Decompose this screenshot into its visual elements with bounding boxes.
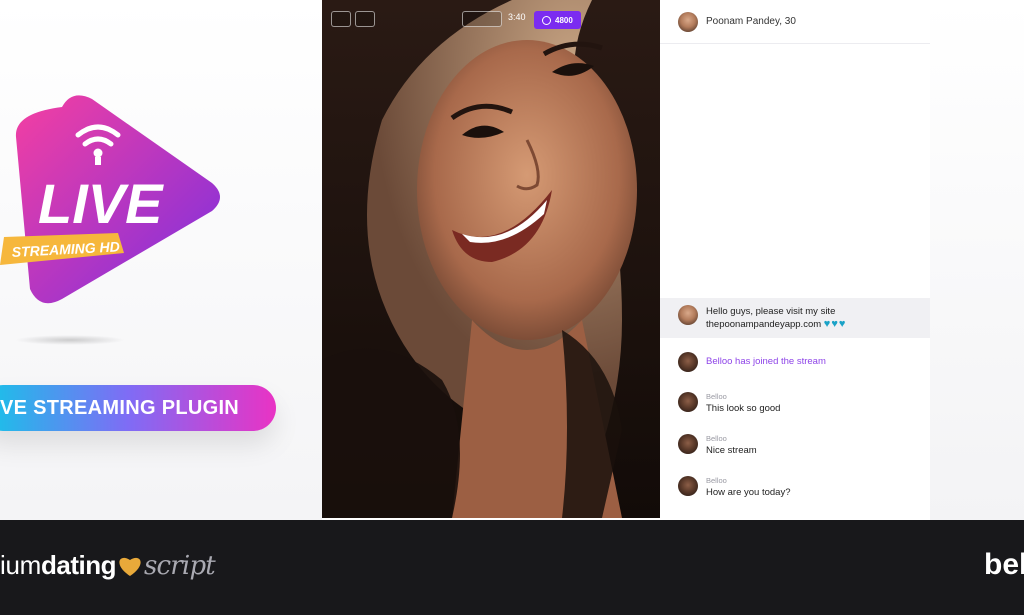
- bottom-branding-bar: ium dating script bel: [0, 520, 1024, 615]
- right-background-panel: [930, 0, 1024, 520]
- user-avatar[interactable]: [678, 392, 698, 412]
- chat-message: Belloo This look so good: [660, 392, 930, 415]
- live-streaming-plugin-pill: VE STREAMING PLUGIN: [0, 385, 276, 431]
- blue-hearts-icon: ♥♥♥: [823, 318, 847, 330]
- stream-time: 3:40: [508, 12, 526, 22]
- plugin-label: VE STREAMING PLUGIN: [0, 396, 240, 419]
- live-video-stream[interactable]: 3:40 4800: [322, 0, 660, 518]
- premium-dating-script-logo: ium dating script: [0, 550, 216, 586]
- message-text: How are you today?: [706, 487, 791, 498]
- message-author: Belloo: [706, 392, 727, 401]
- live-streaming-logo: LIVE STREAMING HD: [0, 85, 240, 315]
- streamer-video-frame: [322, 0, 660, 518]
- live-dot-icon: [542, 15, 551, 25]
- message-text: This look so good: [706, 403, 781, 414]
- logo-shadow: [15, 335, 125, 345]
- live-viewers-count: 4800: [555, 15, 573, 25]
- message-author: Belloo: [706, 434, 727, 443]
- message-author: Belloo: [706, 476, 727, 485]
- streamer-avatar[interactable]: [678, 11, 698, 32]
- chat-panel: Poonam Pandey, 30 Hello guys, please vis…: [660, 0, 930, 518]
- brand-bold: dating: [41, 550, 117, 580]
- promo-panel: LIVE STREAMING HD VE STREAMING PLUGIN: [0, 0, 322, 520]
- brand-suffix: script: [144, 551, 216, 581]
- play-triangle-logo-icon: LIVE STREAMING HD: [0, 95, 221, 304]
- streamer-avatar: [678, 305, 698, 325]
- pinned-line1: Hello guys, please visit my site: [706, 306, 836, 317]
- join-notice-row: Belloo has joined the stream: [660, 352, 930, 372]
- gold-heart-icon: [119, 557, 141, 576]
- pinned-message: Hello guys, please visit my site thepoon…: [660, 298, 930, 338]
- chat-message: Belloo Nice stream: [660, 434, 930, 457]
- user-avatar[interactable]: [678, 434, 698, 454]
- video-overlay-bar: 3:40 4800: [322, 11, 660, 29]
- chat-header[interactable]: Poonam Pandey, 30: [660, 0, 930, 44]
- viewer-chip: [462, 11, 502, 27]
- chat-message: Belloo How are you today?: [660, 476, 930, 499]
- live-viewers-badge[interactable]: 4800: [534, 11, 581, 29]
- user-avatar[interactable]: [678, 476, 698, 496]
- message-text: Nice stream: [706, 445, 757, 456]
- brand-prefix: ium: [0, 550, 41, 580]
- pinned-link[interactable]: thepoonampandeyapp.com: [706, 319, 821, 330]
- pinned-line2: thepoonampandeyapp.com ♥♥♥: [706, 318, 846, 331]
- video-control-left-icon[interactable]: [331, 11, 351, 27]
- logo-word: LIVE: [38, 172, 164, 235]
- belloo-logo: bel: [984, 548, 1024, 581]
- streamer-name: Poonam Pandey, 30: [706, 16, 796, 27]
- user-avatar[interactable]: [678, 352, 698, 372]
- video-control-second-icon[interactable]: [355, 11, 375, 27]
- join-notice: Belloo has joined the stream: [706, 356, 826, 367]
